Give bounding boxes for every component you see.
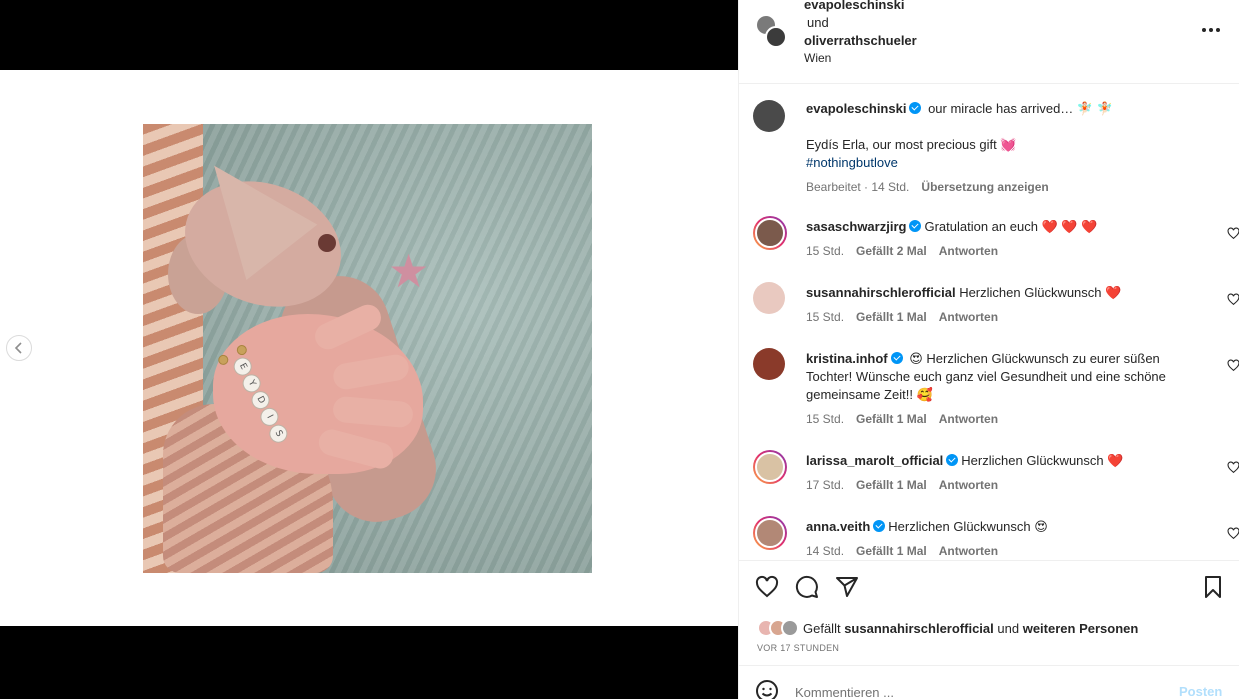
comment-likes-link[interactable]: Gefällt 2 Mal xyxy=(856,244,927,258)
like-comment-button[interactable] xyxy=(1227,461,1239,475)
comment-likes-link[interactable]: Gefällt 1 Mal xyxy=(856,544,927,558)
verified-icon xyxy=(909,220,922,232)
liked-by-others-link[interactable]: weiteren Personen xyxy=(1023,621,1139,636)
emoji-icon xyxy=(756,680,778,699)
star-wand: ★ xyxy=(388,245,430,297)
heart-icon xyxy=(1227,359,1239,372)
author-username[interactable]: evapoleschinski xyxy=(804,0,917,14)
avatar[interactable] xyxy=(753,100,785,132)
comment-likes-link[interactable]: Gefällt 1 Mal xyxy=(856,412,927,426)
post-timestamp: VOR 17 STUNDEN xyxy=(757,643,840,653)
liked-by: Gefällt susannahirschlerofficial und wei… xyxy=(757,619,1138,637)
avatar[interactable] xyxy=(753,282,785,314)
like-comment-button[interactable] xyxy=(1227,227,1239,241)
post-header: evapoleschinski und oliverrathschueler W… xyxy=(739,0,1239,84)
avatar[interactable] xyxy=(753,516,787,550)
reply-button[interactable]: Antworten xyxy=(939,544,998,558)
comment-text: Herzlichen Glückwunsch 😍 xyxy=(888,519,1048,534)
translate-link[interactable]: Übersetzung anzeigen xyxy=(921,180,1048,194)
caption-text: Eydís Erla, our most precious gift 💓 xyxy=(806,137,1017,152)
comment-username[interactable]: kristina.inhof xyxy=(806,351,888,366)
heart-icon xyxy=(1227,227,1239,240)
comment-text: Gratulation an euch ❤️ ❤️ ❤️ xyxy=(924,219,1098,234)
like-comment-button[interactable] xyxy=(1227,527,1239,541)
reply-button[interactable]: Antworten xyxy=(939,412,998,426)
verified-icon xyxy=(946,454,959,466)
comment-username[interactable]: sasaschwarzjirg xyxy=(806,219,906,234)
reply-button[interactable]: Antworten xyxy=(939,244,998,258)
collaborator-username[interactable]: oliverrathschueler xyxy=(804,32,917,50)
reply-button[interactable]: Antworten xyxy=(939,310,998,324)
comment-likes-link[interactable]: Gefällt 1 Mal xyxy=(856,310,927,324)
hashtag-link[interactable]: #nothingbutlove xyxy=(806,154,1206,172)
emoji-button[interactable] xyxy=(755,679,779,699)
caption-username[interactable]: evapoleschinski xyxy=(806,101,906,116)
avatar[interactable] xyxy=(753,348,785,380)
save-button[interactable] xyxy=(1201,575,1227,601)
like-button[interactable] xyxy=(755,575,781,601)
collab-connector: und xyxy=(807,15,829,30)
edited-timestamp: Bearbeitet · 14 Std. xyxy=(806,180,910,194)
comment-composer: Posten xyxy=(739,667,1239,699)
verified-icon xyxy=(890,352,903,364)
more-options-button[interactable] xyxy=(1199,22,1223,38)
media-viewer: ★ EYDIS xyxy=(0,0,738,699)
heart-icon xyxy=(1227,527,1239,540)
comment-text: Herzlichen Glückwunsch ❤️ xyxy=(959,285,1122,300)
avatar[interactable] xyxy=(753,216,787,250)
caption-text: our miracle has arrived… 🧚🏻 🧚🏻 xyxy=(928,101,1113,116)
like-comment-button[interactable] xyxy=(1227,293,1239,307)
more-icon xyxy=(1202,28,1206,32)
location-link[interactable]: Wien xyxy=(804,51,831,65)
previous-media-button[interactable] xyxy=(6,335,32,361)
post-actions: Gefällt susannahirschlerofficial und wei… xyxy=(739,560,1239,666)
post-photo: ★ EYDIS xyxy=(143,124,592,573)
avatar[interactable] xyxy=(765,26,787,48)
verified-icon xyxy=(909,102,922,114)
comment-username[interactable]: larissa_marolt_official xyxy=(806,453,943,468)
avatar[interactable] xyxy=(753,450,787,484)
comment-time: 15 Std. xyxy=(806,310,845,324)
verified-icon xyxy=(873,520,886,532)
comments-list[interactable]: evapoleschinski our miracle has arrived…… xyxy=(739,85,1239,560)
comment-text: Herzlichen Glückwunsch ❤️ xyxy=(961,453,1124,468)
heart-icon xyxy=(1227,461,1239,474)
share-icon xyxy=(836,577,858,597)
like-comment-button[interactable] xyxy=(1227,359,1239,373)
post-comment-button[interactable]: Posten xyxy=(1179,684,1222,699)
comment-time: 14 Std. xyxy=(806,544,845,558)
share-button[interactable] xyxy=(835,575,861,601)
comment-button[interactable] xyxy=(795,575,821,601)
avatar xyxy=(781,619,799,637)
comment-likes-link[interactable]: Gefällt 1 Mal xyxy=(856,478,927,492)
comment-username[interactable]: anna.veith xyxy=(806,519,870,534)
comment-input[interactable] xyxy=(795,683,1155,699)
comment-icon xyxy=(795,575,818,598)
heart-icon xyxy=(1227,293,1239,306)
comment-time: 15 Std. xyxy=(806,244,845,258)
comment-username[interactable]: susannahirschlerofficial xyxy=(806,285,956,300)
comment-time: 15 Std. xyxy=(806,412,845,426)
bookmark-icon xyxy=(1205,576,1221,598)
comment-time: 17 Std. xyxy=(806,478,845,492)
post-sidebar: evapoleschinski und oliverrathschueler W… xyxy=(738,0,1243,699)
heart-icon xyxy=(755,575,779,598)
liked-by-username[interactable]: susannahirschlerofficial xyxy=(844,621,994,636)
reply-button[interactable]: Antworten xyxy=(939,478,998,492)
chevron-left-icon xyxy=(14,342,22,354)
